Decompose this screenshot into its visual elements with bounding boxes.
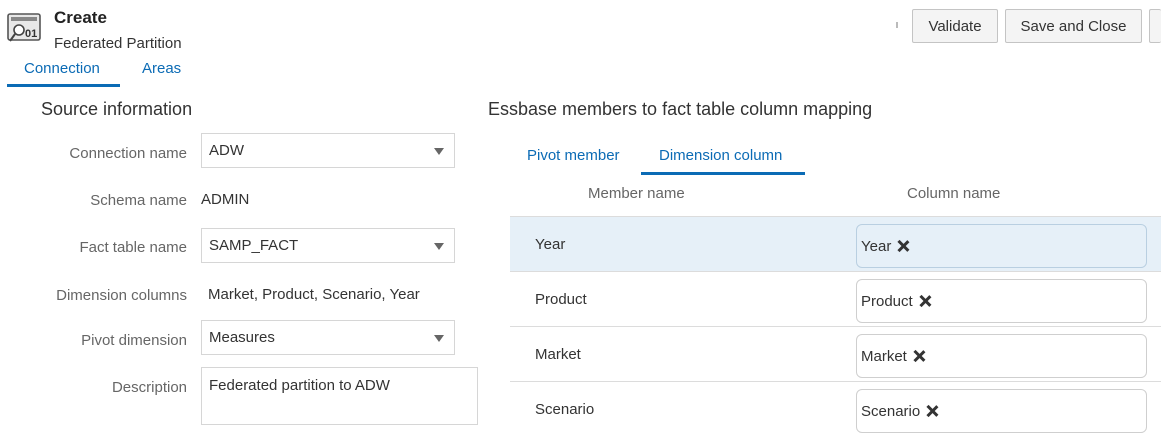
federated-partition-icon: 01	[7, 13, 41, 42]
member-name-cell: Year	[535, 236, 566, 253]
chevron-down-icon	[434, 243, 444, 250]
connection-name-value: ADW	[209, 142, 244, 159]
pivot-dimension-select[interactable]: Measures	[201, 320, 455, 355]
schema-name-value: ADMIN	[201, 191, 250, 208]
mapping-row-market[interactable]: Market Market	[510, 326, 1161, 381]
page-subtitle: Federated Partition	[54, 35, 182, 52]
page-title: Create	[54, 8, 107, 27]
description-textarea[interactable]: Federated partition to ADW	[201, 367, 478, 425]
dimension-columns-label: Dimension columns	[56, 287, 187, 304]
member-name-cell: Market	[535, 346, 581, 363]
description-label: Description	[111, 379, 187, 396]
member-name-header: Member name	[588, 185, 685, 202]
tab-areas[interactable]: Areas	[142, 60, 181, 77]
column-chip-label: Product	[861, 292, 913, 310]
source-information-heading: Source information	[41, 99, 193, 119]
validate-button[interactable]: Validate	[912, 9, 998, 43]
pivot-dimension-value: Measures	[209, 329, 275, 346]
save-and-close-button[interactable]: Save and Close	[1005, 9, 1142, 43]
column-name-input[interactable]: Year	[856, 224, 1147, 268]
tab-dimension-column[interactable]: Dimension column	[659, 147, 782, 164]
fact-table-name-label: Fact table name	[79, 239, 187, 256]
column-chip-label: Market	[861, 347, 907, 365]
svg-text:01: 01	[25, 28, 37, 40]
remove-chip-icon[interactable]	[926, 405, 938, 417]
tab-pivot-member[interactable]: Pivot member	[527, 147, 620, 164]
connection-name-label: Connection name	[69, 145, 187, 162]
chevron-down-icon	[434, 148, 444, 155]
mapping-row-product[interactable]: Product Product	[510, 271, 1161, 326]
column-name-input[interactable]: Market	[856, 334, 1147, 378]
active-subtab-indicator	[641, 172, 805, 175]
toolbar-separator	[896, 22, 898, 28]
column-chip-label: Year	[861, 237, 892, 255]
mapping-row-year[interactable]: Year Year	[510, 216, 1161, 271]
connection-name-select[interactable]: ADW	[201, 133, 455, 168]
remove-chip-icon[interactable]	[919, 295, 931, 307]
schema-name-label: Schema name	[90, 192, 187, 209]
dimension-columns-value: Market, Product, Scenario, Year	[208, 286, 420, 303]
chevron-down-icon	[434, 335, 444, 342]
member-name-cell: Product	[535, 291, 587, 308]
column-name-input[interactable]: Product	[856, 279, 1147, 323]
active-tab-indicator	[7, 84, 120, 87]
pivot-dimension-label: Pivot dimension	[81, 332, 187, 349]
column-name-header: Column name	[907, 185, 1001, 202]
overflow-button[interactable]	[1149, 9, 1161, 43]
remove-chip-icon[interactable]	[913, 350, 925, 362]
tab-connection[interactable]: Connection	[24, 60, 100, 77]
fact-table-name-value: SAMP_FACT	[209, 237, 299, 254]
member-name-cell: Scenario	[535, 401, 595, 418]
remove-chip-icon[interactable]	[897, 240, 909, 252]
mapping-row-scenario[interactable]: Scenario Scenario	[510, 381, 1161, 436]
column-name-input[interactable]: Scenario	[856, 389, 1147, 433]
mapping-heading: Essbase members to fact table column map…	[488, 99, 873, 119]
fact-table-name-select[interactable]: SAMP_FACT	[201, 228, 455, 263]
column-chip-label: Scenario	[861, 402, 921, 420]
